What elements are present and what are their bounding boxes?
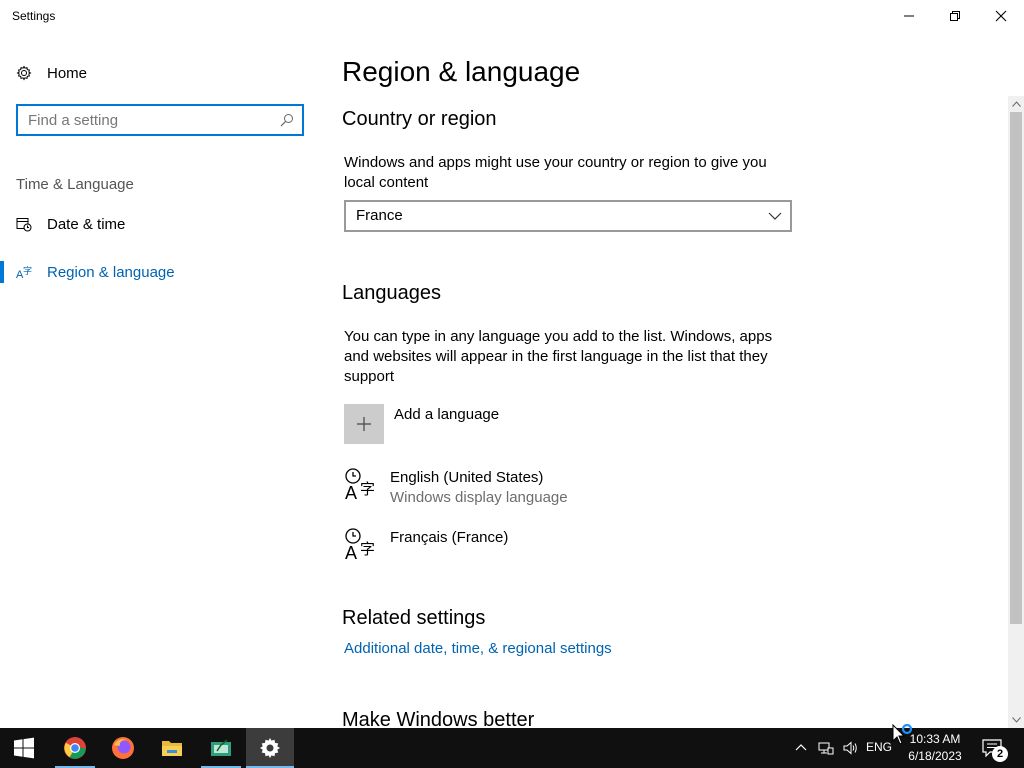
svg-text:A: A	[345, 543, 357, 562]
country-selected-value: France	[356, 207, 403, 224]
search-icon[interactable]	[280, 113, 294, 127]
speaker-icon	[843, 741, 857, 755]
chevron-down-icon	[1011, 717, 1021, 723]
page-title: Region & language	[342, 56, 581, 87]
make-windows-better-heading: Make Windows better	[342, 709, 535, 728]
notification-count-badge: 2	[992, 746, 1008, 762]
svg-text:A: A	[345, 483, 357, 502]
language-icon: A 字	[345, 468, 375, 502]
firefox-icon	[112, 737, 134, 759]
search-input[interactable]	[18, 106, 268, 134]
close-icon	[995, 10, 1007, 22]
gear-icon	[16, 65, 32, 81]
sidebar-item-region-language[interactable]: A 字 Region & language	[0, 252, 320, 292]
action-center-button[interactable]: 2	[980, 736, 1008, 762]
svg-text:字: 字	[23, 265, 32, 277]
folder-icon	[162, 741, 182, 756]
country-dropdown[interactable]: France	[344, 200, 792, 232]
taskbar: ENG 10:33 AM 6/18/2023 2	[0, 728, 1024, 768]
sidebar-item-date-time[interactable]: Date & time	[0, 204, 320, 244]
add-language-tile[interactable]	[344, 404, 384, 444]
language-icon: A 字	[345, 528, 375, 562]
volume-button[interactable]	[840, 738, 860, 758]
scroll-down-button[interactable]	[1008, 712, 1024, 728]
chevron-up-icon	[795, 744, 807, 751]
home-nav-item[interactable]: Home	[16, 62, 87, 84]
scroll-up-button[interactable]	[1008, 96, 1024, 112]
minimize-icon	[904, 15, 914, 17]
window-title: Settings	[12, 9, 56, 23]
country-description: Windows and apps might use your country …	[344, 154, 767, 191]
search-box[interactable]	[16, 104, 304, 136]
busy-cursor-icon	[892, 724, 913, 745]
home-label: Home	[47, 64, 88, 82]
restore-icon	[950, 11, 960, 21]
add-language-label: Add a language	[394, 406, 500, 423]
scroll-thumb[interactable]	[1010, 112, 1022, 624]
input-language-indicator[interactable]: ENG	[866, 740, 892, 754]
title-bar: Settings	[0, 0, 1024, 32]
chevron-up-icon	[1011, 101, 1021, 107]
language-name: Français (France)	[390, 529, 509, 546]
taskbar-chrome[interactable]	[51, 728, 99, 768]
svg-text:字: 字	[360, 480, 375, 498]
sidebar-item-label: Region & language	[47, 263, 175, 281]
language-list-item[interactable]: A 字 English (United States) Windows disp…	[344, 466, 568, 510]
restore-button[interactable]	[932, 0, 978, 32]
chrome-icon	[64, 737, 86, 759]
plus-icon	[357, 417, 371, 431]
language-subtitle: Windows display language	[390, 489, 568, 506]
add-language-button[interactable]: Add a language	[344, 404, 499, 444]
language-list-item[interactable]: A 字 Français (France)	[344, 526, 508, 570]
network-button[interactable]	[816, 738, 836, 758]
chevron-down-icon	[768, 212, 782, 220]
sidebar-item-label: Date & time	[47, 215, 126, 233]
minimize-button[interactable]	[886, 0, 932, 32]
clock-date: 6/18/2023	[908, 749, 962, 763]
languages-description: You can type in any language you add to …	[344, 328, 773, 385]
taskbar-app[interactable]	[197, 728, 245, 768]
taskbar-settings[interactable]	[246, 728, 294, 768]
region-language-icon: A 字	[16, 265, 32, 280]
section-label: Time & Language	[16, 176, 134, 193]
start-button[interactable]	[0, 728, 48, 768]
date-time-icon	[16, 218, 32, 232]
close-button[interactable]	[978, 0, 1024, 32]
sidebar: Home Time & Language Date & time A 字 Reg…	[0, 32, 320, 728]
show-hidden-icons-button[interactable]	[791, 738, 811, 758]
gear-icon	[260, 738, 280, 758]
windows-logo-icon	[14, 737, 34, 759]
languages-heading: Languages	[342, 282, 441, 304]
related-settings-heading: Related settings	[342, 607, 486, 629]
main-content: Region & language Country or region Wind…	[320, 32, 1004, 728]
network-icon	[818, 742, 834, 755]
selection-indicator	[0, 261, 4, 283]
taskbar-file-explorer[interactable]	[148, 728, 196, 768]
app-icon	[211, 739, 231, 756]
taskbar-firefox[interactable]	[99, 728, 147, 768]
scrollbar[interactable]	[1008, 96, 1024, 728]
country-heading: Country or region	[342, 108, 497, 130]
additional-settings-link[interactable]: Additional date, time, & regional settin…	[344, 640, 612, 657]
language-name: English (United States)	[390, 469, 544, 486]
svg-text:字: 字	[360, 540, 375, 558]
